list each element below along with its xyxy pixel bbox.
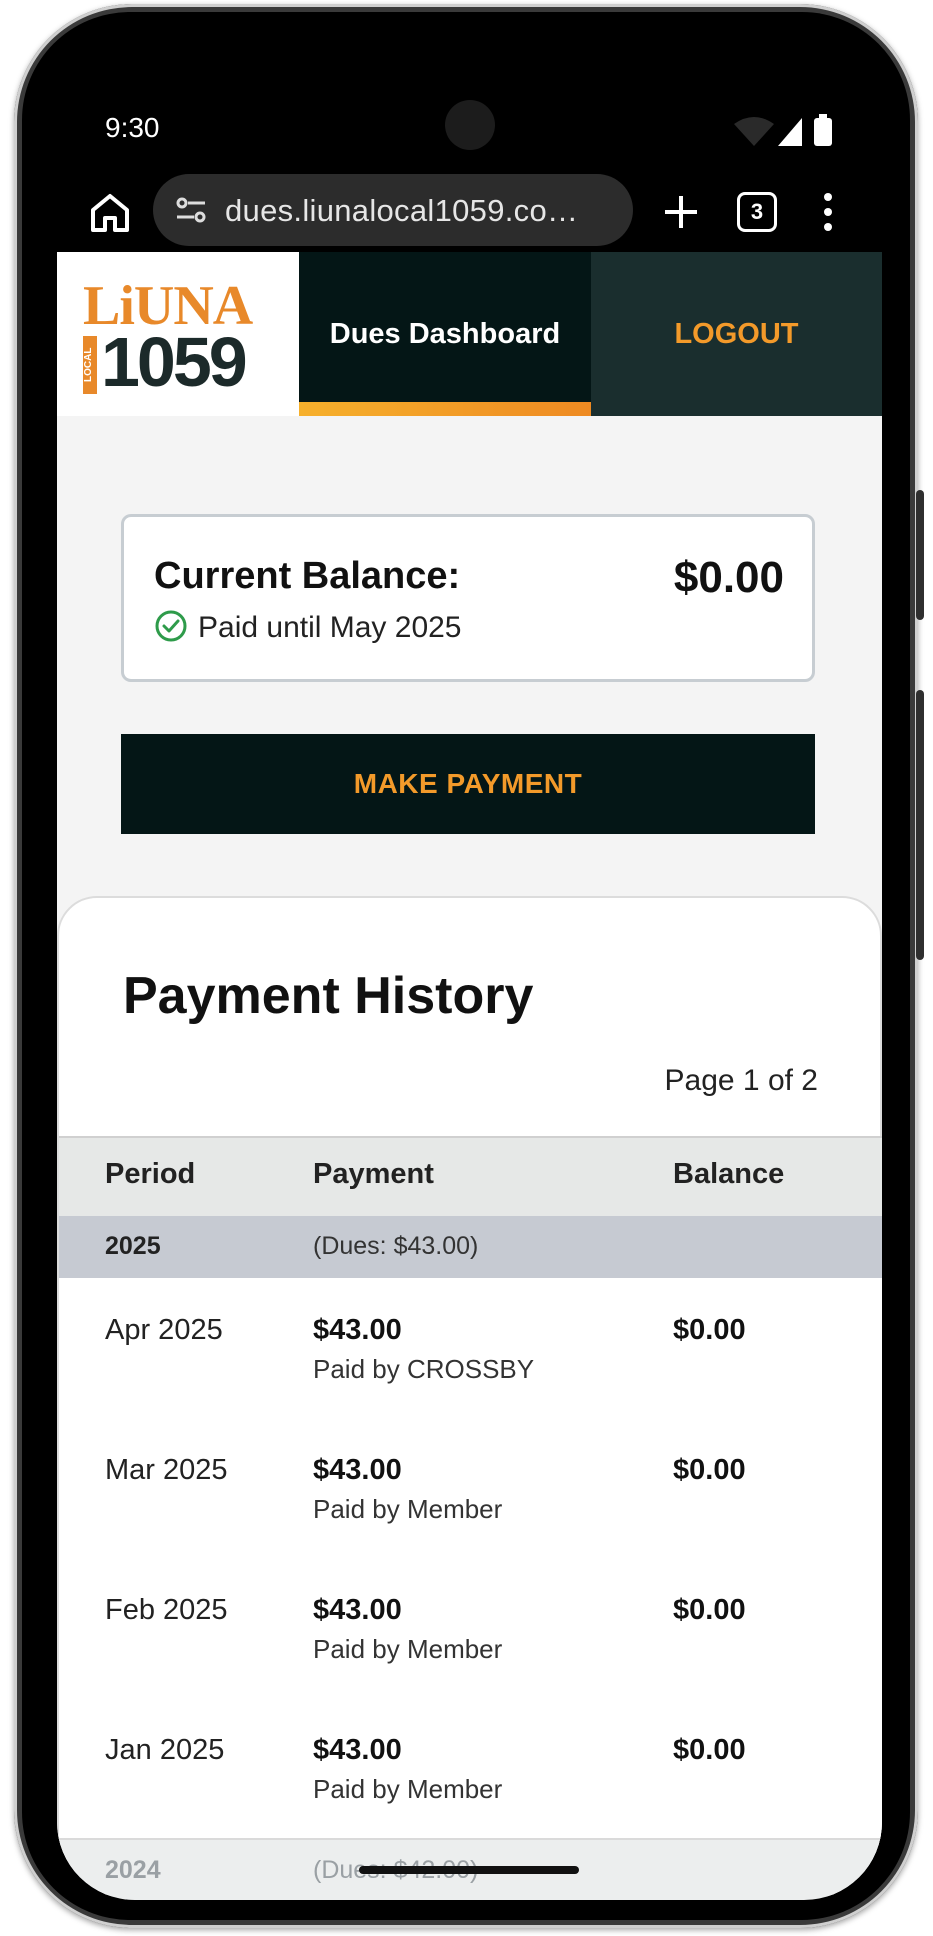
power-button [916,690,924,960]
logo-local-tag: LOCAL [83,336,97,394]
year-dues: (Dues: $43.00) [313,1232,479,1260]
table-row[interactable]: Jan 2025 $43.00 Paid by Member $0.00 [59,1698,882,1840]
history-title: Payment History [123,967,534,1025]
gesture-home-indicator[interactable] [359,1866,579,1874]
liuna-logo[interactable]: LiUNA LOCAL 1059 [57,252,299,416]
status-bar: 9:30 [57,20,882,180]
year-label: 2025 [105,1232,161,1260]
site-settings-icon[interactable] [173,192,209,228]
row-period: Jan 2025 [105,1734,225,1766]
row-period: Apr 2025 [105,1314,223,1346]
home-icon[interactable] [85,188,135,238]
row-balance: $0.00 [673,1314,746,1346]
row-period: Feb 2025 [105,1594,228,1626]
front-camera [445,100,495,150]
check-circle-icon [155,610,187,642]
paid-status: Paid until May 2025 [154,609,462,645]
row-balance: $0.00 [673,1454,746,1486]
row-amount: $43.00 [313,1314,402,1346]
row-amount: $43.00 [313,1734,402,1766]
row-balance: $0.00 [673,1594,746,1626]
site-header: LiUNA LOCAL 1059 Dues Dashboard LOGOUT [57,252,882,416]
make-payment-button[interactable]: MAKE PAYMENT [121,734,815,834]
logo-number: 1059 [101,323,248,401]
row-payer: Paid by CROSSBY [313,1354,535,1384]
more-menu-icon[interactable] [823,192,833,232]
column-header-period: Period [105,1158,196,1190]
address-bar[interactable]: dues.liunalocal1059.co… [153,174,633,246]
row-amount: $43.00 [313,1594,402,1626]
column-header-payment: Payment [313,1158,434,1190]
web-page: LiUNA LOCAL 1059 Dues Dashboard LOGOUT C… [57,252,882,1900]
table-row[interactable]: Feb 2025 $43.00 Paid by Member $0.00 [59,1558,882,1700]
nav-logout[interactable]: LOGOUT [591,252,882,416]
row-period: Mar 2025 [105,1454,228,1486]
row-payer: Paid by Member [313,1494,503,1524]
column-header-balance: Balance [673,1158,785,1190]
table-row[interactable]: Mar 2025 $43.00 Paid by Member $0.00 [59,1418,882,1560]
year-group-row: 2025 (Dues: $43.00) [59,1216,882,1278]
nav-dues-dashboard[interactable]: Dues Dashboard [299,252,591,416]
url-text: dues.liunalocal1059.co… [225,193,579,228]
year-label: 2024 [105,1856,161,1884]
row-payer: Paid by Member [313,1774,503,1804]
status-time: 9:30 [105,112,160,143]
active-nav-indicator [299,402,591,416]
balance-label: Current Balance: [154,555,461,597]
row-balance: $0.00 [673,1734,746,1766]
row-payer: Paid by Member [313,1634,503,1664]
table-header: Period Payment Balance [59,1136,882,1216]
table-row[interactable]: Apr 2025 $43.00 Paid by CROSSBY $0.00 [59,1278,882,1420]
volume-button [916,490,924,620]
signal-battery-icon [734,114,832,146]
paid-status-text: Paid until May 2025 [198,611,462,644]
browser-toolbar: dues.liunalocal1059.co… 3 [57,168,882,258]
phone-screen: 9:30 dues.liunalocal1059.co… 3 LiUNA LOC… [57,20,882,1900]
tab-switcher-button[interactable]: 3 [737,192,777,232]
page-indicator: Page 1 of 2 [664,1064,818,1097]
row-amount: $43.00 [313,1454,402,1486]
payment-history-card: Payment History Page 1 of 2 Period Payme… [57,896,882,1900]
balance-amount: $0.00 [673,553,784,602]
balance-card: Current Balance: $0.00 Paid until May 20… [121,514,815,682]
new-tab-icon[interactable] [655,186,707,238]
